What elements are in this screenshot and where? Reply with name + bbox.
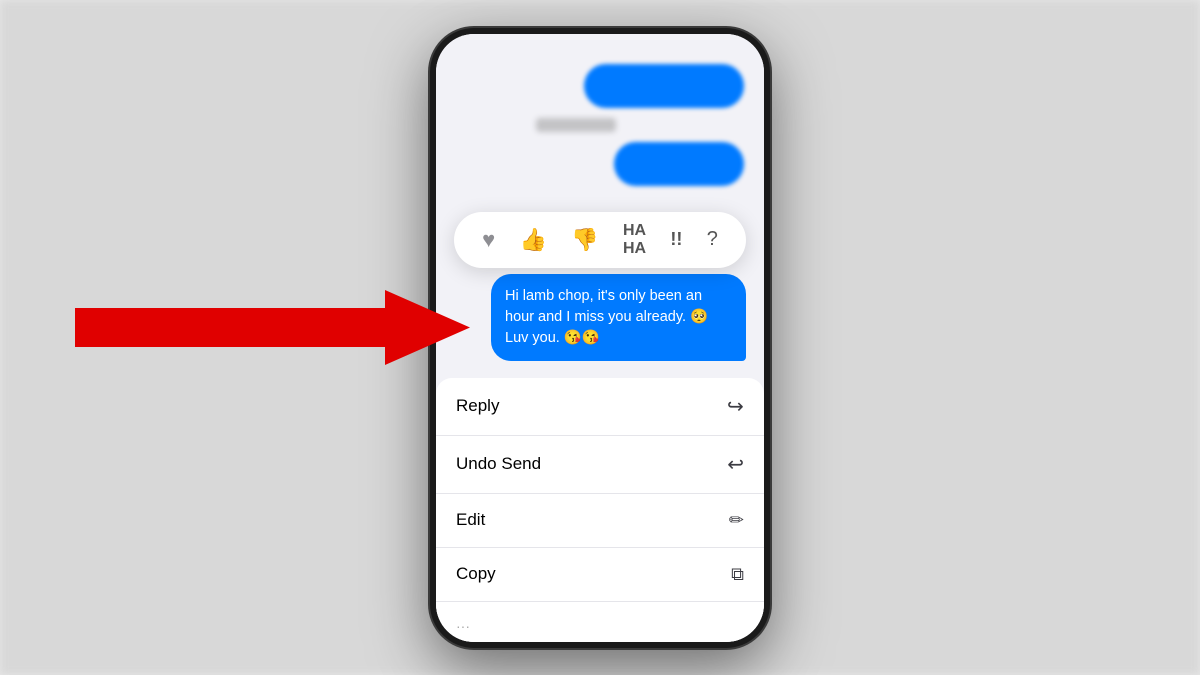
copy-icon: ⧉ bbox=[731, 564, 744, 585]
menu-item-copy[interactable]: Copy ⧉ bbox=[436, 548, 764, 602]
menu-item-more[interactable]: ··· bbox=[436, 602, 764, 642]
reaction-thumbsdown-icon[interactable]: 👎 bbox=[571, 227, 598, 253]
reaction-picker: ♥ 👍 👎 HAHA !! ? bbox=[454, 212, 746, 268]
reply-label: Reply bbox=[456, 396, 499, 416]
reaction-heart-icon[interactable]: ♥ bbox=[482, 227, 495, 253]
message-bubble: Hi lamb chop, it's only been an hour and… bbox=[491, 274, 746, 361]
undo-send-icon: ↩ bbox=[727, 452, 744, 477]
phone-screen: ♥ 👍 👎 HAHA !! ? Hi lamb chop, it's only … bbox=[436, 34, 764, 642]
more-label: ··· bbox=[456, 618, 470, 634]
menu-item-reply[interactable]: Reply ↩ bbox=[436, 378, 764, 436]
reaction-thumbsup-icon[interactable]: 👍 bbox=[520, 227, 547, 253]
blurred-bubble-2 bbox=[614, 142, 744, 186]
red-arrow bbox=[75, 290, 470, 365]
reaction-haha-icon[interactable]: HAHA bbox=[623, 222, 646, 258]
reaction-question-icon[interactable]: ? bbox=[707, 228, 718, 251]
phone-frame: ♥ 👍 👎 HAHA !! ? Hi lamb chop, it's only … bbox=[430, 28, 770, 648]
undo-send-label: Undo Send bbox=[456, 454, 541, 474]
reply-icon: ↩ bbox=[727, 394, 744, 419]
blurred-bubble-1 bbox=[584, 64, 744, 108]
blurred-time bbox=[536, 118, 616, 132]
message-text: Hi lamb chop, it's only been an hour and… bbox=[505, 288, 708, 346]
scene: ♥ 👍 👎 HAHA !! ? Hi lamb chop, it's only … bbox=[0, 0, 1200, 675]
copy-label: Copy bbox=[456, 564, 496, 584]
edit-label: Edit bbox=[456, 510, 485, 530]
menu-item-undo-send[interactable]: Undo Send ↩ bbox=[436, 436, 764, 494]
context-menu: Reply ↩ Undo Send ↩ Edit ✏ Copy ⧉ ··· bbox=[436, 378, 764, 642]
reaction-exclamation-icon[interactable]: !! bbox=[670, 229, 682, 250]
edit-icon: ✏ bbox=[729, 510, 744, 531]
menu-item-edit[interactable]: Edit ✏ bbox=[436, 494, 764, 548]
